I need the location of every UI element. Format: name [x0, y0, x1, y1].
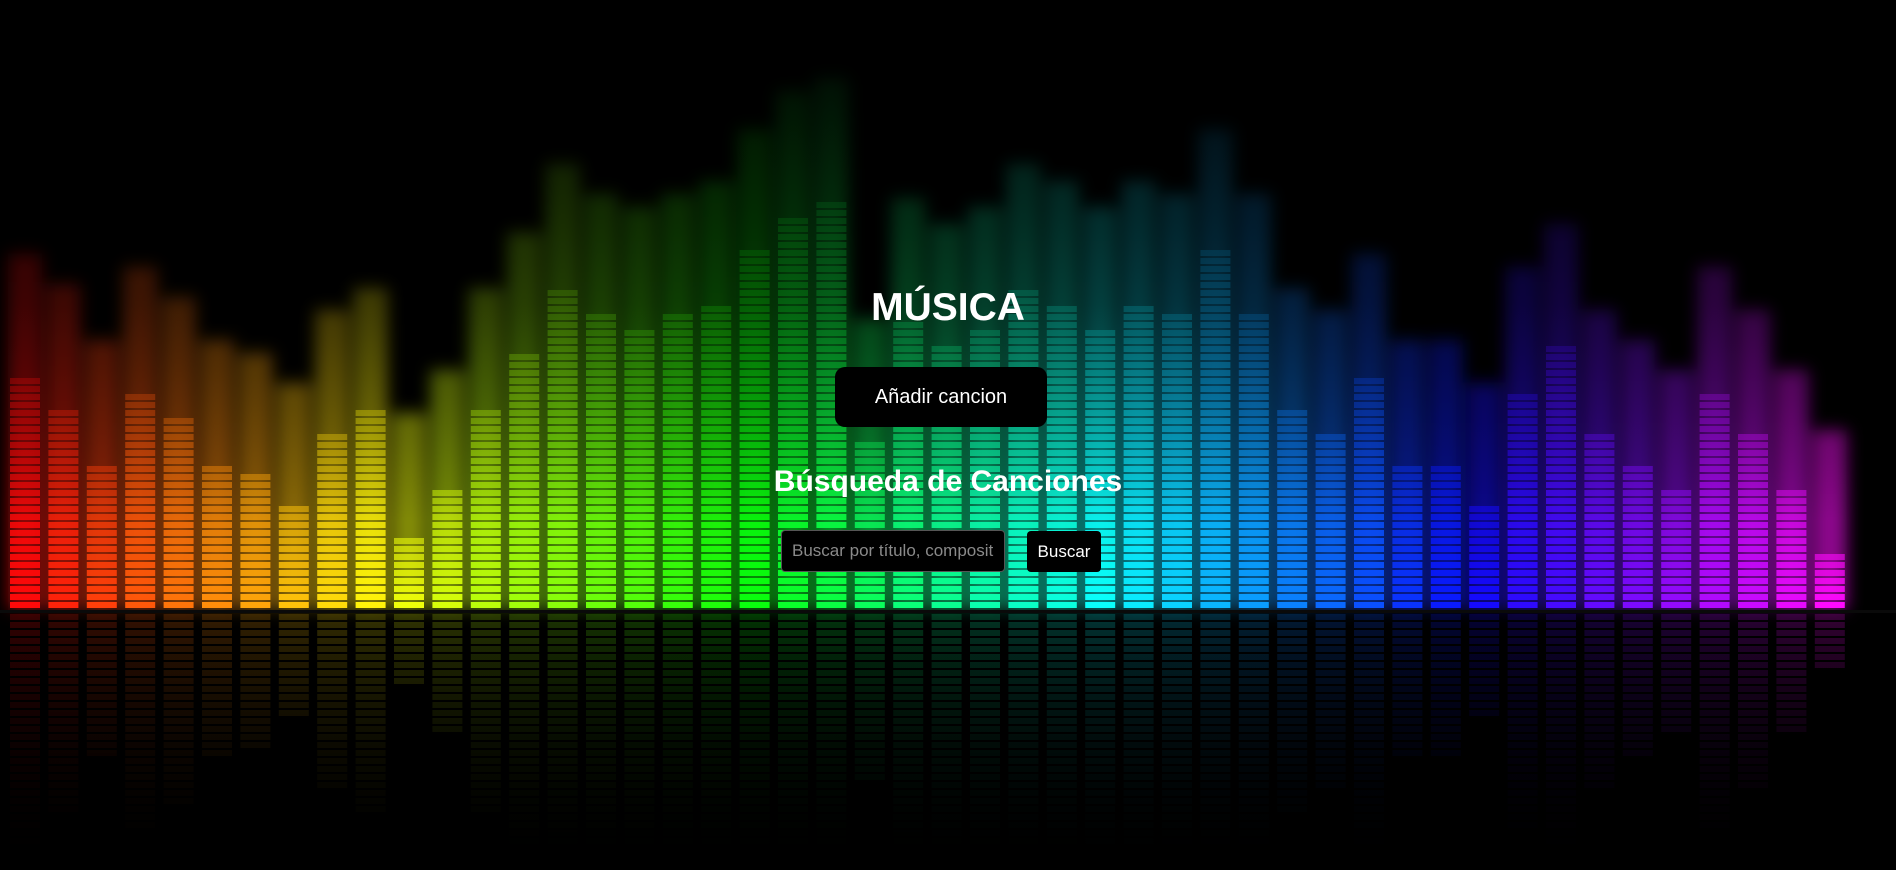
search-input[interactable] [781, 530, 1005, 572]
add-song-button[interactable]: Añadir cancion [835, 367, 1047, 427]
search-button[interactable]: Buscar [1027, 531, 1101, 572]
search-heading: Búsqueda de Canciones [773, 465, 1123, 498]
page: MÚSICA Añadir cancion Búsqueda de Cancio… [0, 0, 1896, 870]
main-content: MÚSICA Añadir cancion Búsqueda de Cancio… [0, 0, 1896, 870]
page-title: MÚSICA [871, 286, 1025, 329]
